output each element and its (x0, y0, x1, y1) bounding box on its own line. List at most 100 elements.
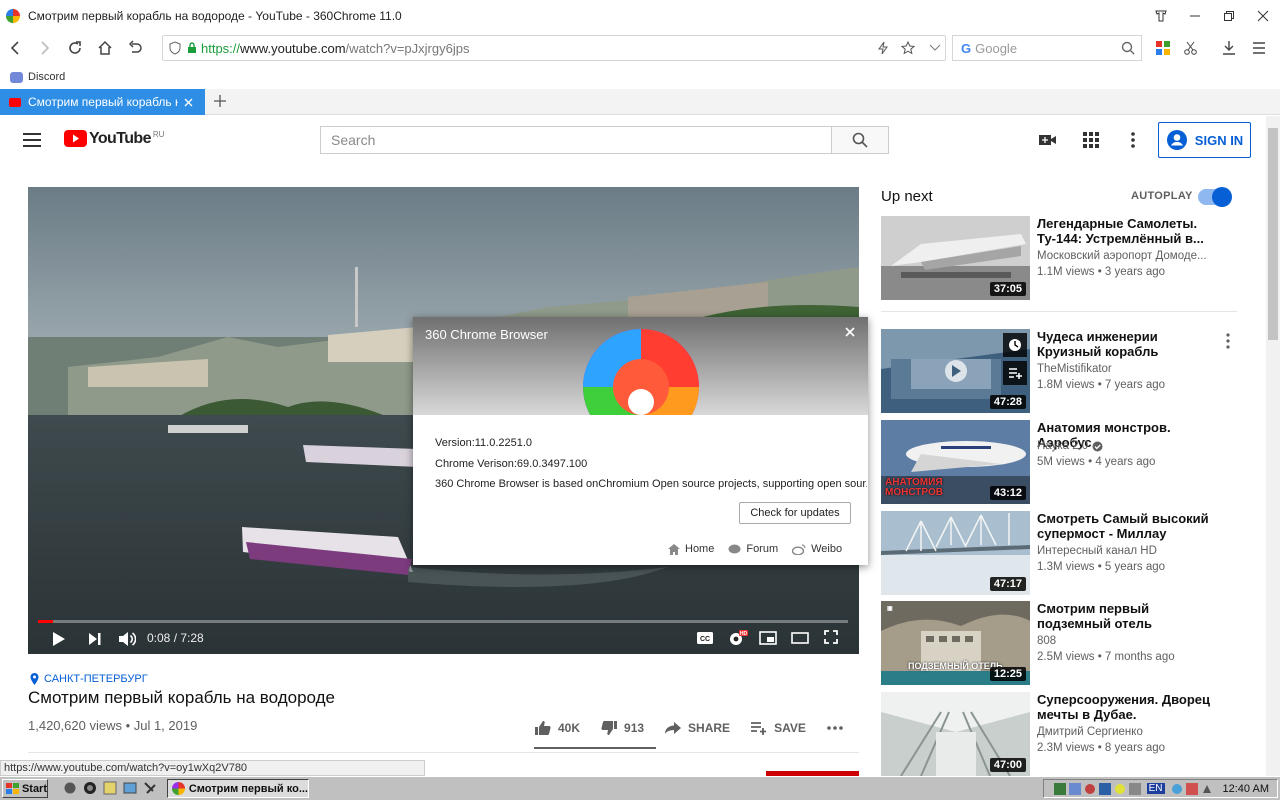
video-title: Легендарные Самолеты. Ту-144: Устремлённ… (1037, 216, 1204, 246)
quick-launch-app-icon[interactable] (63, 781, 77, 795)
star-bookmark-icon[interactable] (901, 41, 915, 55)
scissors-icon[interactable] (1176, 32, 1206, 64)
more-vertical-icon[interactable] (1130, 132, 1136, 148)
playlist-add-icon (751, 722, 767, 735)
autoplay-toggle-knob[interactable] (1212, 187, 1232, 207)
dialog-body: Version:11.0.2251.0 Chrome Verison:69.0.… (413, 415, 868, 565)
weibo-icon (792, 543, 806, 555)
new-tab-button[interactable] (210, 91, 230, 111)
menu-icon[interactable] (1244, 32, 1274, 64)
home-link[interactable]: Home (668, 543, 714, 555)
dislike-button[interactable]: 913 (600, 720, 644, 736)
channel-logo-icon: ▣ (887, 606, 893, 612)
scrollbar-thumb[interactable] (1268, 128, 1278, 340)
channel-name: Московский аэропорт Домоде... (1037, 250, 1207, 262)
recommended-video[interactable]: 47:00 Суперсооружения. Дворец мечты в Ду… (881, 692, 1261, 777)
apps-grid-icon[interactable] (1148, 32, 1178, 64)
thumbnail-caption: АНАТОМИЯ МОНСТРОВ (885, 477, 943, 498)
tray-icons[interactable] (1053, 782, 1141, 795)
video-thumbnail[interactable]: 47:17 (881, 511, 1030, 595)
like-ratio-bar (534, 747, 656, 749)
volume-button[interactable] (118, 630, 136, 648)
apps-icon[interactable] (1083, 132, 1099, 148)
check-updates-button[interactable]: Check for updates (739, 502, 851, 524)
language-indicator[interactable]: EN (1146, 783, 1165, 794)
clock: 12:40 AM (1222, 782, 1269, 795)
youtube-search-button[interactable] (831, 126, 889, 154)
miniplayer-button[interactable] (759, 631, 777, 645)
recommended-video[interactable]: ▣ ПОДЗЕМНЫЙ ОТЕЛЬ 12:25 Смотрим первый п… (881, 601, 1261, 686)
youtube-logo[interactable]: YouTube RU (64, 130, 164, 148)
discord-icon (10, 71, 23, 83)
svg-text:CC: CC (700, 636, 710, 643)
browser-search-box[interactable]: G Google (952, 35, 1142, 61)
close-tab-icon[interactable] (184, 98, 193, 107)
reload-button[interactable] (60, 32, 90, 64)
recommended-video[interactable]: 47:28 Чудеса инженерии Круизный корабль … (881, 329, 1261, 414)
tab-youtube[interactable]: Смотрим первый корабль на (0, 89, 205, 115)
recommended-video[interactable]: 47:17 Смотреть Самый высокий супермост -… (881, 511, 1261, 596)
tray-icons[interactable] (1171, 782, 1213, 795)
address-bar[interactable]: https://www.youtube.com/watch?v=pJxjrgy6… (162, 35, 946, 61)
close-window-button[interactable] (1246, 0, 1280, 32)
chat-bubble-icon (728, 544, 741, 553)
forward-button[interactable] (30, 32, 60, 64)
like-button[interactable]: 40K (534, 720, 580, 736)
quick-launch-app-icon[interactable] (83, 781, 97, 795)
undo-close-tab-button[interactable] (120, 32, 150, 64)
fullscreen-button[interactable] (824, 630, 838, 644)
video-progress-bar[interactable] (38, 620, 848, 623)
skin-icon[interactable] (1144, 0, 1178, 32)
dialog-close-button[interactable] (845, 327, 855, 337)
thumbnail-caption: ПОДЗЕМНЫЙ ОТЕЛЬ (908, 661, 1003, 671)
video-actions: 40K 913 SHARE SAVE (534, 716, 864, 740)
video-thumbnail[interactable]: АНАТОМИЯ МОНСТРОВ 43:12 (881, 420, 1030, 504)
video-thumbnail[interactable]: 47:28 (881, 329, 1030, 413)
google-g-icon: G (961, 40, 972, 56)
home-button[interactable] (90, 32, 120, 64)
search-icon (852, 132, 868, 148)
next-button[interactable] (88, 632, 102, 646)
search-icon[interactable] (1121, 41, 1135, 55)
lock-icon[interactable] (187, 42, 197, 54)
video-location[interactable]: САНКТ-ПЕТЕРБУРГ (30, 673, 148, 685)
shield-icon[interactable] (169, 41, 181, 55)
more-actions-button[interactable] (826, 725, 844, 731)
share-button[interactable]: SHARE (664, 721, 730, 735)
minimize-button[interactable] (1178, 0, 1212, 32)
lightning-icon[interactable] (877, 41, 889, 55)
quick-launch-app-icon[interactable] (103, 781, 117, 795)
video-thumbnail[interactable]: 37:05 (881, 216, 1030, 300)
video-title: Суперсооружения. Дворец мечты в Дубае. (1037, 692, 1211, 722)
quick-launch-app-icon[interactable] (143, 781, 157, 795)
channel-name: Наука 2.0 (1037, 440, 1217, 452)
quick-launch-app-icon[interactable] (123, 781, 137, 795)
add-to-queue-icon[interactable] (1003, 361, 1027, 385)
video-thumbnail[interactable]: ▣ ПОДЗЕМНЫЙ ОТЕЛЬ 12:25 (881, 601, 1030, 685)
restore-button[interactable] (1212, 0, 1246, 32)
download-icon[interactable] (1214, 32, 1244, 64)
taskbar-browser-item[interactable]: Смотрим первый ко... (167, 779, 309, 798)
youtube-search-input[interactable] (320, 126, 832, 154)
start-button[interactable]: Start (2, 779, 48, 798)
weibo-link[interactable]: Weibo (792, 543, 842, 555)
subtitles-button[interactable]: CC (696, 631, 714, 645)
forum-link[interactable]: Forum (728, 543, 778, 555)
watch-later-icon[interactable] (1003, 333, 1027, 357)
back-button[interactable] (0, 32, 30, 64)
bookmark-discord[interactable]: Discord (10, 71, 65, 83)
settings-gear-icon[interactable]: HD (728, 629, 748, 647)
recommended-video[interactable]: АНАТОМИЯ МОНСТРОВ 43:12 Анатомия монстро… (881, 420, 1261, 505)
chevron-down-icon[interactable] (929, 43, 941, 53)
hamburger-menu-icon[interactable] (22, 131, 42, 149)
play-button[interactable] (52, 631, 66, 647)
home-icon (668, 543, 680, 555)
sign-in-button[interactable]: SIGN IN (1158, 122, 1251, 158)
theater-mode-button[interactable] (791, 632, 809, 644)
recommended-video[interactable]: 37:05 Легендарные Самолеты. Ту-144: Устр… (881, 216, 1261, 301)
more-vertical-icon[interactable] (1225, 333, 1231, 349)
video-title: Смотрим первый подземный отель (1037, 601, 1153, 631)
save-button[interactable]: SAVE (750, 721, 806, 735)
create-video-icon[interactable] (1038, 132, 1058, 148)
video-thumbnail[interactable]: 47:00 (881, 692, 1030, 776)
